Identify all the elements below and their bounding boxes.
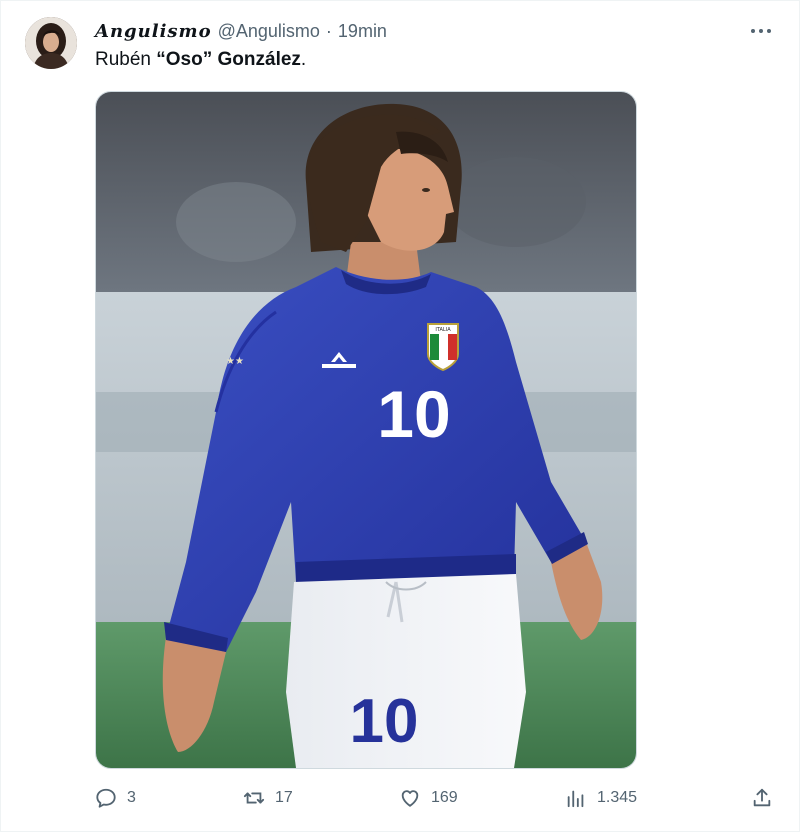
tweet-actions: 3 17 169 1.345 — [95, 783, 775, 813]
reply-button[interactable]: 3 — [95, 783, 136, 813]
retweet-icon — [243, 787, 265, 809]
tweet-media-photo[interactable]: ★★ ITALIA 10 10 — [95, 91, 637, 769]
like-count: 169 — [431, 789, 458, 806]
reply-icon — [95, 787, 117, 809]
separator-dot: · — [325, 20, 332, 41]
avatar-image — [25, 17, 77, 69]
svg-text:★★: ★★ — [226, 356, 244, 367]
tweet-header: Angulismo @Angulismo · 19min — [95, 19, 387, 43]
timestamp[interactable]: 19min — [338, 21, 387, 42]
user-handle[interactable]: @Angulismo — [218, 21, 320, 42]
more-icon[interactable] — [747, 19, 775, 43]
reply-count: 3 — [127, 789, 136, 806]
share-button[interactable] — [751, 787, 773, 809]
views-button[interactable]: 1.345 — [565, 783, 637, 813]
tweet-text-suffix: . — [300, 49, 307, 70]
tweet-card[interactable]: Angulismo @Angulismo · 19min Rubén “Oso”… — [0, 0, 800, 832]
tweet-text-bold: “Oso” González — [156, 49, 301, 70]
heart-icon — [399, 787, 421, 809]
jersey-number: 10 — [377, 377, 450, 451]
crest-label: ITALIA — [435, 327, 451, 333]
retweet-button[interactable]: 17 — [243, 783, 293, 813]
views-count: 1.345 — [597, 789, 638, 806]
share-icon — [751, 787, 773, 809]
shorts-number: 10 — [350, 687, 419, 756]
tweet-text-prefix: Rubén — [95, 49, 157, 70]
like-button[interactable]: 169 — [399, 783, 458, 813]
display-name[interactable]: Angulismo — [95, 21, 212, 42]
retweet-count: 17 — [275, 789, 293, 806]
views-icon — [565, 787, 587, 809]
tweet-text: Rubén “Oso” González. — [95, 47, 306, 73]
avatar[interactable] — [25, 17, 77, 69]
